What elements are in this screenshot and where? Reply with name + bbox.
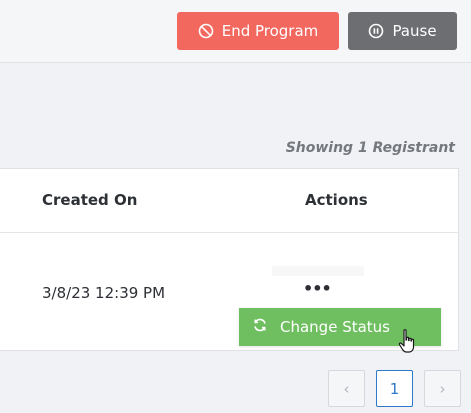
pagination-prev-button[interactable]: ‹ — [328, 370, 365, 407]
end-program-button[interactable]: End Program — [177, 12, 339, 50]
refresh-icon — [252, 317, 268, 337]
actions-menu-toggle[interactable]: ••• — [303, 279, 332, 298]
column-header-created-on: Created On — [42, 191, 138, 209]
showing-count: Showing 1 Registrant — [285, 140, 455, 156]
column-header-actions: Actions — [305, 191, 368, 209]
change-status-label: Change Status — [280, 318, 390, 336]
hand-pointer-icon — [396, 328, 420, 356]
pause-label: Pause — [392, 22, 437, 40]
created-on-cell: 3/8/23 12:39 PM — [42, 284, 166, 302]
menu-backdrop — [272, 266, 364, 276]
end-program-label: End Program — [221, 22, 319, 40]
pagination-page-1[interactable]: 1 — [376, 370, 413, 407]
ban-icon — [198, 23, 214, 39]
pagination-next-button[interactable]: › — [424, 370, 461, 407]
pause-button[interactable]: Pause — [348, 12, 457, 50]
table-header: Created On Actions — [0, 169, 458, 233]
pause-circle-icon — [368, 23, 384, 39]
